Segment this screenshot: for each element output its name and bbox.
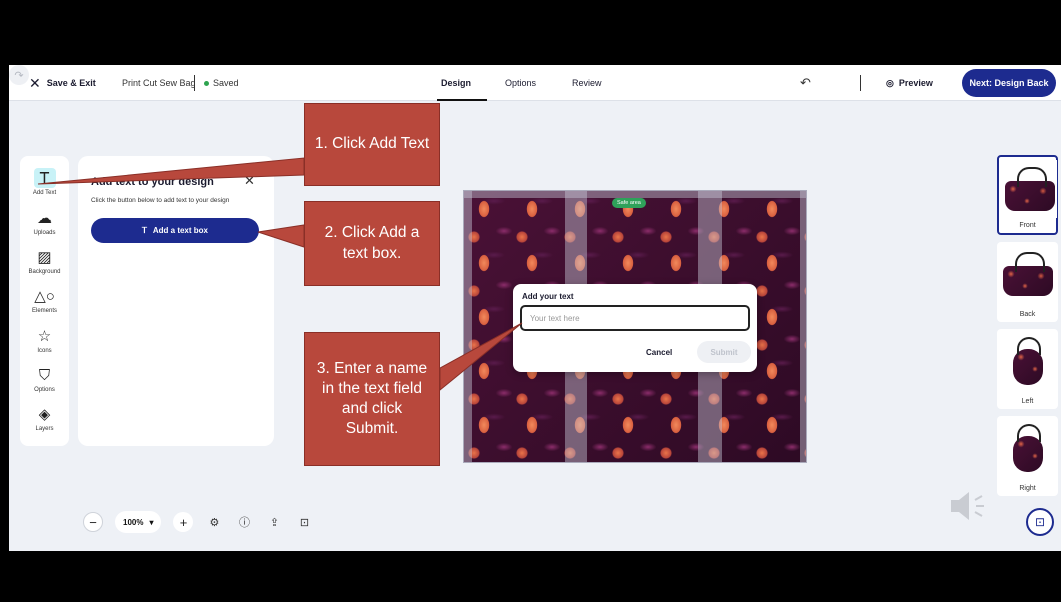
bleed-area [800, 191, 806, 462]
star-icon: ☆ [37, 328, 52, 345]
zoom-select[interactable]: 100% ▾ [115, 511, 162, 533]
view-thumbnail-left[interactable]: Left [997, 329, 1058, 409]
bag-left-image [1000, 332, 1055, 390]
thumbnail-label: Back [1019, 311, 1036, 318]
submit-button[interactable]: Submit [697, 341, 751, 363]
bleed-area [464, 191, 806, 198]
view-thumbnail-front[interactable]: Front [997, 155, 1058, 235]
zoom-toolbar: − 100% ▾ + ⚙ ⓘ ⇪ ⊡ [83, 507, 313, 537]
zoom-value: 100% [123, 517, 144, 527]
settings-icon[interactable]: ⚙ [205, 513, 223, 531]
design-editor: ✕ Save & Exit Print Cut Sew Bag Saved De… [9, 65, 1061, 551]
tool-label: Layers [35, 426, 54, 432]
tool-add-text[interactable]: 𝖳 Add Text [20, 168, 69, 206]
help-icon[interactable]: ⓘ [235, 513, 253, 531]
dialog-title: Add your text [522, 292, 574, 301]
divider [860, 75, 861, 91]
safe-area-badge: Safe area [612, 198, 646, 208]
status-dot-icon [204, 80, 209, 86]
tool-elements[interactable]: △○ Elements [20, 286, 69, 324]
thumbnail-label: Left [1021, 398, 1034, 405]
tool-label: Icons [37, 348, 52, 354]
panel-subtitle: Click the button below to add text to yo… [91, 197, 230, 204]
add-text-panel: Add text to your design ✕ Click the butt… [78, 156, 274, 446]
upload-icon: ☁ [37, 210, 52, 227]
next-design-back-button[interactable]: Next: Design Back [962, 69, 1056, 97]
top-bar: ✕ Save & Exit Print Cut Sew Bag Saved De… [9, 65, 1061, 101]
add-text-box-button[interactable]: 𝖳 Add a text box [91, 218, 259, 243]
thumbnail-label: Front [1019, 222, 1036, 229]
zoom-out-icon[interactable]: − [83, 512, 103, 532]
save-status: Saved [204, 65, 239, 101]
close-icon[interactable]: ✕ [244, 173, 255, 189]
shirt-icon: ⛉ [38, 366, 51, 384]
bag-back-image [1000, 245, 1055, 303]
thumbnail-label: Right [1019, 485, 1036, 492]
preview-label: Preview [898, 78, 933, 88]
divider [194, 75, 195, 91]
text-icon: 𝖳 [141, 226, 147, 235]
layers-icon: ◈ [38, 406, 51, 423]
add-text-dialog: Add your text Cancel Submit [513, 284, 757, 372]
save-exit-label: Save & Exit [46, 78, 96, 88]
tool-label: Options [34, 387, 55, 393]
tool-uploads[interactable]: ☁ Uploads [20, 208, 69, 246]
active-tab-indicator [437, 99, 487, 101]
callout-step-2: 2. Click Add a text box. [304, 201, 440, 286]
redo-icon[interactable]: ↷ [9, 65, 29, 85]
save-exit-button[interactable]: ✕ Save & Exit [29, 65, 96, 101]
zoom-in-icon[interactable]: + [173, 512, 194, 532]
tab-options[interactable]: Options [505, 65, 536, 101]
video-frame: ✕ Save & Exit Print Cut Sew Bag Saved De… [0, 0, 1061, 602]
tab-design[interactable]: Design [441, 65, 471, 101]
speaker-icon[interactable] [949, 488, 989, 524]
project-name: Print Cut Sew Bag [122, 78, 196, 88]
feedback-icon[interactable]: ⊡ [1026, 508, 1054, 536]
add-text-box-label: Add a text box [152, 226, 208, 235]
callout-step-3: 3. Enter a name in the text field and cl… [304, 332, 440, 466]
tool-options[interactable]: ⛉ Options [20, 365, 69, 403]
callout-step-1: 1. Click Add Text [304, 103, 440, 186]
eye-icon: ◎ [886, 77, 894, 88]
share-icon[interactable]: ⇪ [265, 513, 283, 531]
elements-icon: △○ [34, 288, 55, 305]
background-icon: ▨ [37, 249, 52, 266]
close-icon: ✕ [29, 74, 41, 91]
tool-label: Background [28, 269, 61, 275]
bag-right-image [1000, 419, 1055, 477]
tool-background[interactable]: ▨ Background [20, 247, 69, 285]
cancel-button[interactable]: Cancel [640, 341, 678, 363]
tool-layers[interactable]: ◈ Layers [20, 404, 69, 442]
tool-label: Add Text [32, 190, 57, 196]
view-thumbnail-right[interactable]: Right [997, 416, 1058, 496]
bleed-area [464, 191, 472, 462]
caret-down-icon: ▾ [149, 517, 154, 527]
tab-review[interactable]: Review [572, 65, 602, 101]
text-input[interactable] [520, 305, 750, 331]
tool-sidebar: 𝖳 Add Text ☁ Uploads ▨ Background △○ Ele… [20, 156, 69, 446]
panel-title: Add text to your design [91, 176, 214, 188]
save-status-label: Saved [213, 78, 239, 88]
bag-front-image [1002, 160, 1057, 218]
undo-icon[interactable]: ↶ [800, 65, 811, 101]
tool-icons[interactable]: ☆ Icons [20, 326, 69, 364]
view-thumbnail-back[interactable]: Back [997, 242, 1058, 322]
text-icon: 𝖳 [33, 168, 56, 188]
crop-icon[interactable]: ⊡ [295, 513, 313, 531]
preview-button[interactable]: ◎ Preview [886, 65, 933, 101]
tool-label: Uploads [33, 230, 56, 236]
tool-label: Elements [31, 308, 57, 314]
